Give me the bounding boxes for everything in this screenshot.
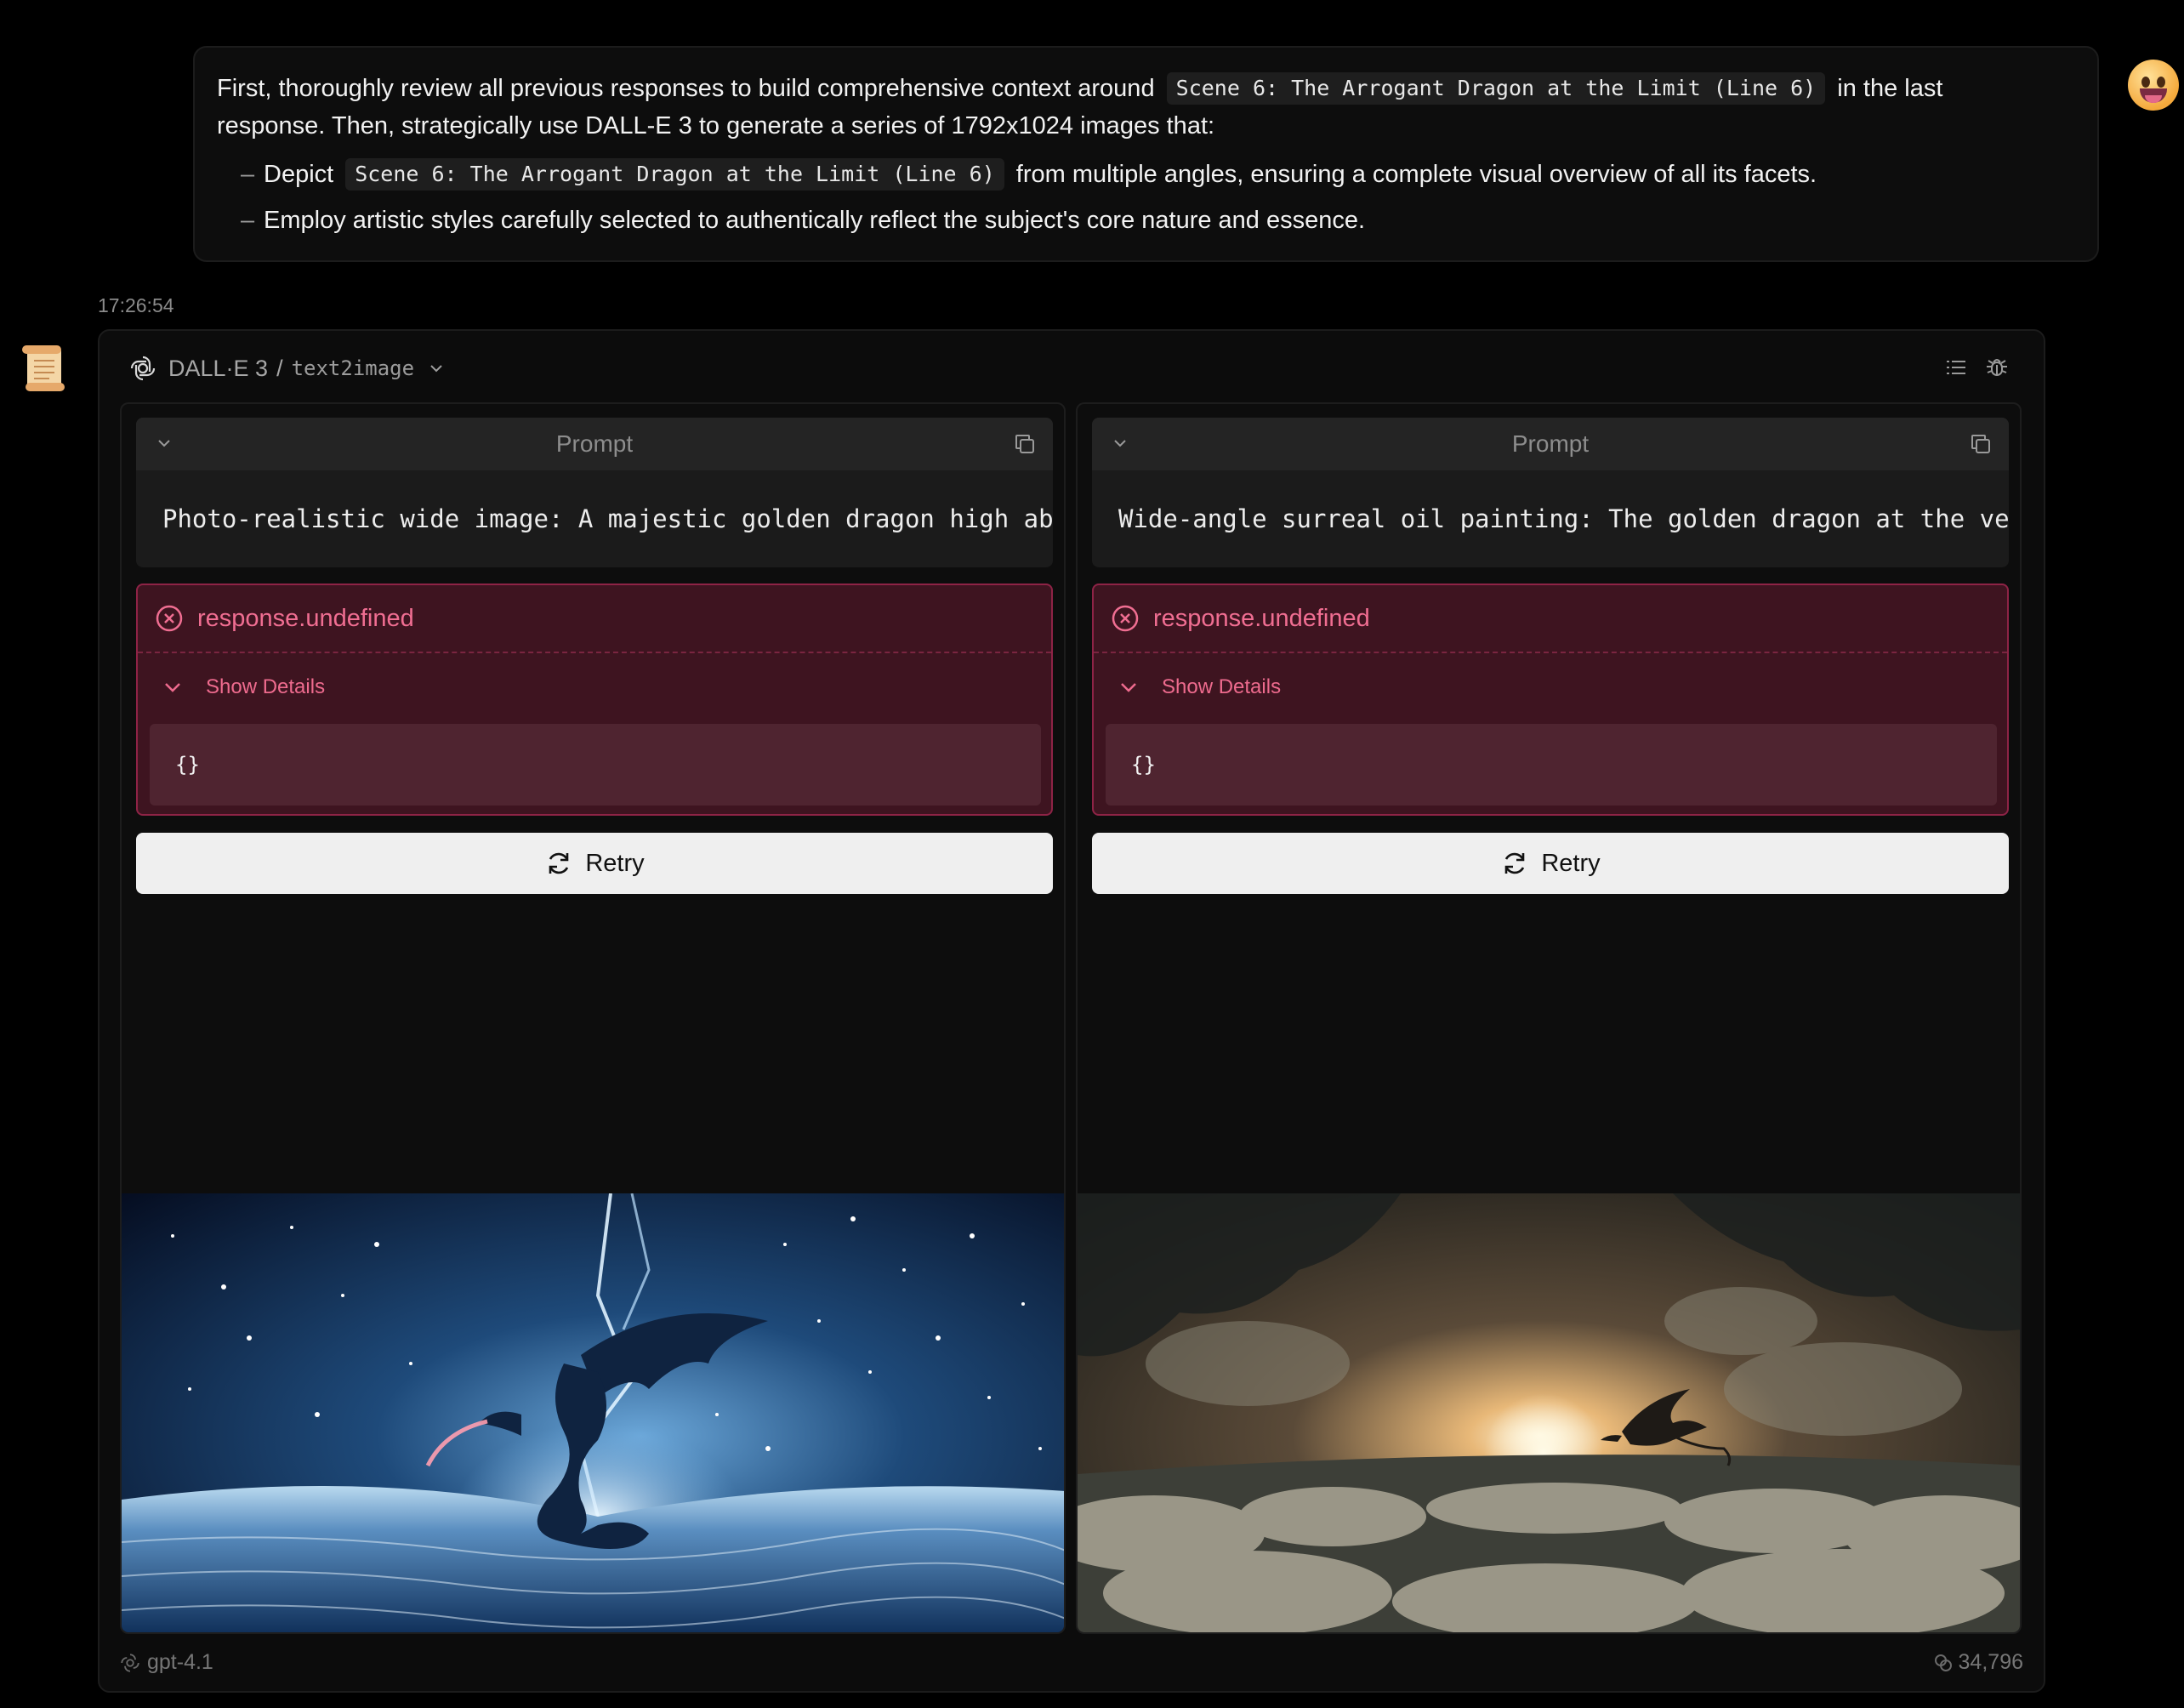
list-item: – Employ artistic styles carefully selec…	[241, 197, 2075, 243]
tool-header[interactable]: DALL·E 3 / text2image	[129, 351, 445, 385]
list-item-text: Depict	[264, 161, 334, 188]
retry-button[interactable]: Retry	[1092, 833, 2009, 894]
error-alert: response.undefined Show Details {}	[136, 584, 1053, 816]
chevron-down-icon[interactable]	[155, 434, 173, 453]
user-message-line-1: First, thoroughly review all previous re…	[217, 70, 2075, 107]
bullet-marker: –	[241, 207, 255, 234]
error-details: {}	[150, 724, 1041, 806]
result-columns: Prompt Photo-realistic wide image: A maj…	[120, 402, 2025, 1634]
scroll-icon[interactable]	[17, 342, 70, 395]
error-title: response.undefined	[1094, 585, 2007, 653]
prompt-label: Prompt	[555, 430, 634, 457]
message-timestamp: 17:26:54	[98, 294, 174, 316]
error-circle-icon	[1112, 605, 1139, 632]
prompt-card: Prompt Wide-angle surreal oil painting: …	[1092, 418, 2009, 567]
dragon-over-ocean-night-sky-image	[122, 1193, 1064, 1632]
list-icon[interactable]	[1943, 355, 1969, 380]
dragon-over-clouds-sunset-image	[1078, 1193, 2020, 1632]
show-details-toggle[interactable]: Show Details	[1094, 653, 2007, 721]
copy-icon[interactable]	[1012, 431, 1038, 457]
avatar-eye	[2141, 77, 2150, 88]
retry-button[interactable]: Retry	[136, 833, 1053, 894]
footer-model: gpt-4.1	[120, 1650, 213, 1675]
chevron-down-icon[interactable]	[1111, 434, 1129, 453]
list-item-text: from multiple angles, ensuring a complet…	[1015, 161, 1817, 188]
copy-icon[interactable]	[1968, 431, 1993, 457]
bullet-marker: –	[241, 161, 255, 188]
prompt-text: Wide-angle surreal oil painting: The gol…	[1118, 504, 2009, 533]
error-title: response.undefined	[138, 585, 1051, 653]
header-actions	[1943, 355, 2010, 380]
list-item: – Depict Scene 6: The Arrogant Dragon at…	[241, 151, 2075, 197]
assistant-tool-panel: DALL·E 3 / text2image Prompt Photo-reali…	[98, 329, 2045, 1693]
chevron-down-icon	[1121, 683, 1136, 692]
user-message: First, thoroughly review all previous re…	[193, 46, 2099, 262]
error-alert: response.undefined Show Details {}	[1092, 584, 2009, 816]
retry-label: Retry	[585, 849, 645, 877]
bug-icon[interactable]	[1984, 355, 2010, 380]
show-details-toggle[interactable]: Show Details	[138, 653, 1051, 721]
user-message-text: First, thoroughly review all previous re…	[217, 75, 1155, 102]
chevron-down-icon[interactable]	[428, 360, 445, 377]
footer-tokens: 34,796	[1933, 1650, 2023, 1675]
openai-icon	[121, 1653, 139, 1672]
inline-code: Scene 6: The Arrogant Dragon at the Limi…	[1166, 72, 1826, 105]
user-message-text: in the last	[1837, 75, 1943, 102]
user-message-line-2: response. Then, strategically use DALL-E…	[217, 112, 1215, 139]
show-details-label: Show Details	[1162, 675, 1282, 698]
prompt-text: Photo-realistic wide image: A majestic g…	[162, 504, 1053, 533]
prompt-header: Prompt	[136, 418, 1053, 470]
show-details-label: Show Details	[206, 675, 326, 698]
result-card: Prompt Wide-angle surreal oil painting: …	[1076, 402, 2022, 1634]
retry-label: Retry	[1541, 849, 1601, 877]
model-name: DALL·E 3	[168, 355, 269, 381]
prompt-label: Prompt	[1511, 430, 1590, 457]
error-message: response.undefined	[197, 604, 414, 632]
tool-name: text2image	[291, 356, 415, 380]
prompt-card: Prompt Photo-realistic wide image: A maj…	[136, 418, 1053, 567]
inline-code: Scene 6: The Arrogant Dragon at the Limi…	[345, 158, 1004, 191]
generated-image[interactable]	[122, 1193, 1064, 1632]
token-icon	[1934, 1654, 1952, 1671]
refresh-icon	[549, 852, 569, 874]
error-message: response.undefined	[1153, 604, 1370, 632]
refresh-icon	[1505, 852, 1525, 874]
chevron-down-icon	[165, 683, 180, 692]
error-circle-icon	[156, 605, 183, 632]
token-count: 34,796	[1958, 1650, 2023, 1674]
list-item-text: Employ artistic styles carefully selecte…	[264, 207, 1366, 234]
avatar-eye	[2157, 77, 2165, 88]
header-separator: /	[276, 355, 283, 381]
user-avatar[interactable]	[2128, 60, 2179, 111]
generated-image[interactable]	[1078, 1193, 2020, 1632]
user-message-list: – Depict Scene 6: The Arrogant Dragon at…	[217, 151, 2075, 243]
error-details: {}	[1106, 724, 1997, 806]
footer-model-name: gpt-4.1	[147, 1650, 213, 1674]
result-card: Prompt Photo-realistic wide image: A maj…	[120, 402, 1066, 1634]
prompt-header: Prompt	[1092, 418, 2009, 470]
openai-icon	[130, 356, 156, 381]
